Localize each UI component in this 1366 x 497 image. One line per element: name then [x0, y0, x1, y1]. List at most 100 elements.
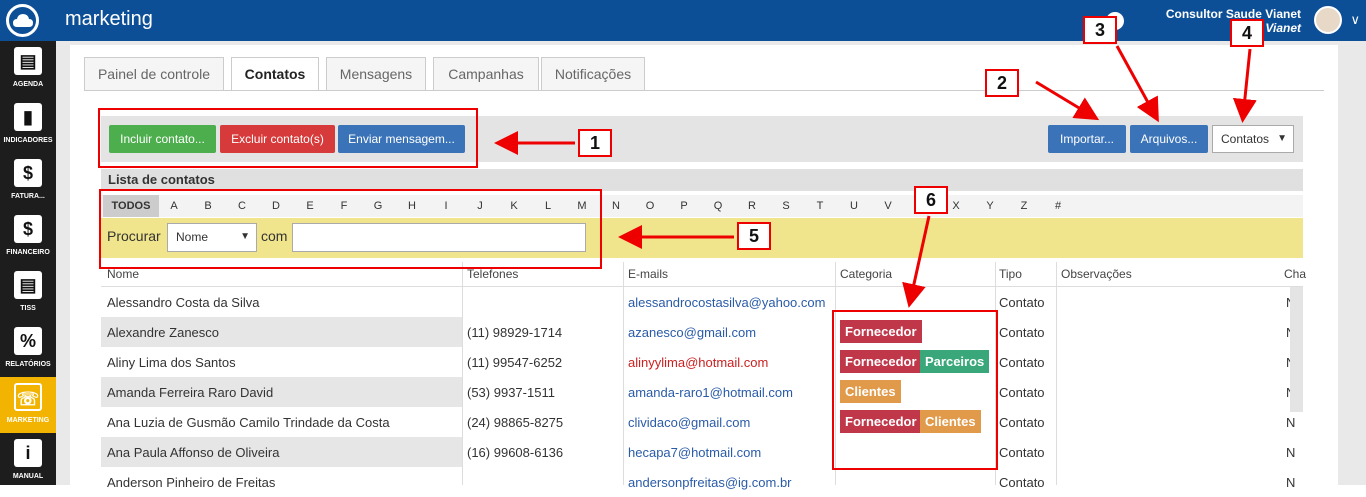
sidebar-item-label: FATURA...: [11, 193, 45, 200]
contact-phone: (53) 9937-1511: [467, 385, 555, 400]
contact-name: Ana Luzia de Gusmão Camilo Trindade da C…: [107, 415, 390, 430]
annotation-number-5: 5: [737, 222, 771, 250]
alphabet-letter[interactable]: R: [742, 195, 762, 217]
alphabet-letter[interactable]: Y: [980, 195, 1000, 217]
contact-email[interactable]: amanda-raro1@hotmail.com: [628, 385, 793, 400]
sidebar-item-label: TISS: [20, 305, 36, 312]
col-categoria[interactable]: Categoria: [840, 267, 892, 281]
sidebar-item-label: INDICADORES: [3, 137, 53, 144]
col-cha[interactable]: Cha: [1284, 267, 1306, 281]
contact-email[interactable]: clividaco@gmail.com: [628, 415, 750, 430]
files-button[interactable]: Arquivos...: [1130, 125, 1208, 153]
alphabet-letter[interactable]: S: [776, 195, 796, 217]
contact-name: Alessandro Costa da Silva: [107, 295, 260, 310]
col-tipo[interactable]: Tipo: [999, 267, 1022, 281]
sidebar-item-2[interactable]: $ FATURA...: [0, 153, 56, 209]
contact-phone: (11) 99547-6252: [467, 355, 563, 370]
contact-type: Contato: [999, 415, 1045, 430]
alphabet-letter[interactable]: O: [640, 195, 660, 217]
contact-name: Aliny Lima dos Santos: [107, 355, 236, 370]
table-row[interactable]: Aliny Lima dos Santos (11) 99547-6252 alin…: [101, 347, 1303, 377]
sidebar-item-label: AGENDA: [12, 81, 44, 88]
contact-type: Contato: [999, 445, 1045, 460]
tiss-icon: ▤: [14, 271, 42, 299]
table-row[interactable]: Ana Luzia de Gusmão Camilo Trindade da C…: [101, 407, 1303, 437]
sidebar-item-3[interactable]: $ FINANCEIRO: [0, 209, 56, 265]
scrollbar[interactable]: [1290, 287, 1303, 412]
annotation-box-5: [99, 189, 602, 269]
contact-cha: N: [1286, 445, 1296, 460]
annotation-box-6: [832, 310, 998, 470]
phone-icon: ☏: [14, 383, 42, 411]
contact-name: Ana Paula Affonso de Oliveira: [107, 445, 280, 460]
tab-mensagens[interactable]: Mensagens: [326, 57, 426, 91]
sidebar-item-1[interactable]: ▮ INDICADORES: [0, 97, 56, 153]
annotation-box-1: [98, 108, 478, 168]
info-icon: i: [14, 439, 42, 467]
contact-type: Contato: [999, 295, 1045, 310]
alphabet-letter[interactable]: P: [674, 195, 694, 217]
contact-type: Contato: [999, 325, 1045, 340]
contact-email[interactable]: azanesco@gmail.com: [628, 325, 756, 340]
alphabet-letter[interactable]: U: [844, 195, 864, 217]
alphabet-letter[interactable]: T: [810, 195, 830, 217]
alphabet-letter[interactable]: Z: [1014, 195, 1034, 217]
list-title: Lista de contatos: [101, 169, 1303, 191]
tab-painel[interactable]: Painel de controle: [84, 57, 224, 91]
chevron-down-icon: ▼: [1277, 133, 1287, 144]
table-row[interactable]: Anderson Pinheiro de Freitas andersonpfre…: [101, 467, 1303, 497]
contact-type: Contato: [999, 385, 1045, 400]
sidebar-item-6[interactable]: ☏ MARKETING: [0, 377, 56, 433]
contact-filter-select[interactable]: Contatos ▼: [1212, 125, 1294, 153]
tab-contatos[interactable]: Contatos: [231, 57, 319, 91]
annotation-number-1: 1: [578, 129, 612, 157]
contact-cha: N: [1286, 415, 1296, 430]
col-telefones[interactable]: Telefones: [467, 267, 518, 281]
top-bar: marketing Consultor Saude Vianet Vianet ∨: [0, 0, 1366, 41]
app-title: marketing: [65, 8, 153, 30]
contact-name: Alexandre Zanesco: [107, 325, 220, 340]
contact-email[interactable]: alinyylima@hotmail.com: [628, 355, 768, 370]
annotation-number-2: 2: [985, 69, 1019, 97]
percent-icon: %: [14, 327, 42, 355]
col-emails[interactable]: E-mails: [628, 267, 668, 281]
sidebar-item-5[interactable]: % RELATÓRIOS: [0, 321, 56, 377]
table-row[interactable]: Alessandro Costa da Silva alessandrocosta…: [101, 287, 1303, 317]
table-row[interactable]: Amanda Ferreira Raro David (53) 9937-1511…: [101, 377, 1303, 407]
alphabet-letter[interactable]: V: [878, 195, 898, 217]
alphabet-letter[interactable]: X: [946, 195, 966, 217]
sidebar-item-0[interactable]: ▤ AGENDA: [0, 41, 56, 97]
tab-campanhas[interactable]: Campanhas: [433, 57, 539, 91]
chevron-down-icon[interactable]: ∨: [1350, 12, 1360, 28]
dollar-icon: $: [14, 215, 42, 243]
table-row[interactable]: Alexandre Zanesco (11) 98929-1714 azanesco…: [101, 317, 1303, 347]
contact-name: Amanda Ferreira Raro David: [107, 385, 274, 400]
sidebar-item-7[interactable]: i MANUAL: [0, 433, 56, 489]
import-button[interactable]: Importar...: [1048, 125, 1126, 153]
annotation-number-4: 4: [1230, 19, 1264, 47]
alphabet-letter[interactable]: Q: [708, 195, 728, 217]
table-row[interactable]: Ana Paula Affonso de Oliveira (16) 99608-…: [101, 437, 1303, 467]
sidebar-item-label: MARKETING: [6, 417, 50, 424]
cloud-logo-icon[interactable]: [6, 4, 39, 37]
contact-type: Contato: [999, 355, 1045, 370]
contact-email[interactable]: hecapa7@hotmail.com: [628, 445, 761, 460]
avatar[interactable]: [1314, 6, 1342, 34]
sidebar: ▤ AGENDA ▮ INDICADORES $ FATURA... $ FINANCEIRO…: [0, 41, 56, 485]
contact-phone: (16) 99608-6136: [467, 445, 564, 460]
alphabet-letter[interactable]: #: [1048, 195, 1068, 217]
col-observacoes[interactable]: Observações: [1061, 267, 1132, 281]
alphabet-letter[interactable]: N: [606, 195, 626, 217]
contact-phone: (11) 98929-1714: [467, 325, 563, 340]
contact-email[interactable]: alessandrocostasilva@yahoo.com: [628, 295, 825, 310]
col-nome[interactable]: Nome: [107, 267, 139, 281]
sidebar-item-4[interactable]: ▤ TISS: [0, 265, 56, 321]
contact-cha: N: [1286, 475, 1296, 490]
contact-type: Contato: [999, 475, 1045, 490]
contact-email[interactable]: andersonpfreitas@ig.com.br: [628, 475, 792, 490]
annotation-number-3: 3: [1083, 16, 1117, 44]
sidebar-item-label: FINANCEIRO: [6, 249, 50, 256]
calendar-icon: ▤: [14, 47, 42, 75]
bar-chart-icon: ▮: [14, 103, 42, 131]
tab-notificacoes[interactable]: Notificações: [541, 57, 645, 91]
